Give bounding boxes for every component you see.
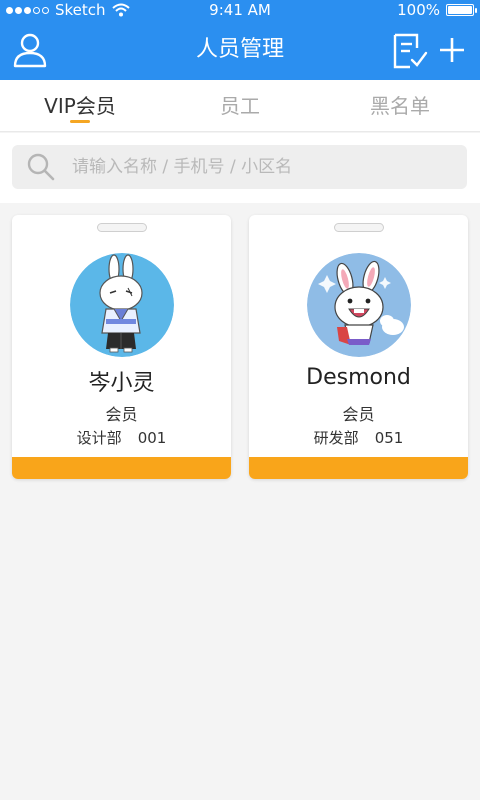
member-role: 会员 [342, 405, 375, 424]
avatar [306, 253, 411, 357]
member-department: 研发部 [313, 429, 359, 447]
search-box[interactable] [12, 145, 467, 189]
tab-label: 黑名单 [370, 94, 430, 118]
member-meta: 研发部 051 [249, 427, 468, 448]
tab-employees[interactable]: 员工 [160, 80, 320, 131]
member-card[interactable]: 岑小灵 会员 设计部 001 [12, 215, 231, 479]
search-section [0, 133, 480, 203]
nav-bar: 人员管理 [0, 20, 480, 80]
member-card[interactable]: Desmond 会员 研发部 051 [249, 215, 468, 479]
avatar [69, 253, 174, 357]
badge-slot [333, 223, 384, 232]
member-name: 岑小灵 [88, 371, 155, 396]
member-name: Desmond [306, 365, 411, 390]
tab-label: 员工 [220, 94, 260, 118]
header: Sketch 9:41 AM 100% 人员管理 [0, 0, 480, 80]
active-tab-indicator [70, 120, 90, 123]
battery-icon [446, 4, 477, 16]
tab-bar: VIP会员 员工 黑名单 [0, 80, 480, 132]
checklist-icon[interactable] [392, 32, 428, 70]
status-bar: Sketch 9:41 AM 100% [0, 0, 480, 20]
member-id: 051 [374, 429, 404, 447]
member-department: 设计部 [76, 429, 122, 447]
badge-slot [96, 223, 147, 232]
card-accent-bar [249, 457, 468, 479]
plus-icon[interactable] [438, 36, 466, 64]
card-accent-bar [12, 457, 231, 479]
battery-percent: 100% [397, 1, 440, 19]
member-meta: 设计部 001 [12, 427, 231, 448]
status-right: 100% [397, 0, 477, 20]
tab-label: VIP会员 [44, 94, 116, 118]
member-role: 会员 [105, 405, 138, 424]
tab-vip-members[interactable]: VIP会员 [0, 80, 160, 131]
member-id: 001 [137, 429, 167, 447]
search-icon [27, 153, 55, 181]
tab-blacklist[interactable]: 黑名单 [320, 80, 480, 131]
search-input[interactable] [72, 157, 432, 177]
